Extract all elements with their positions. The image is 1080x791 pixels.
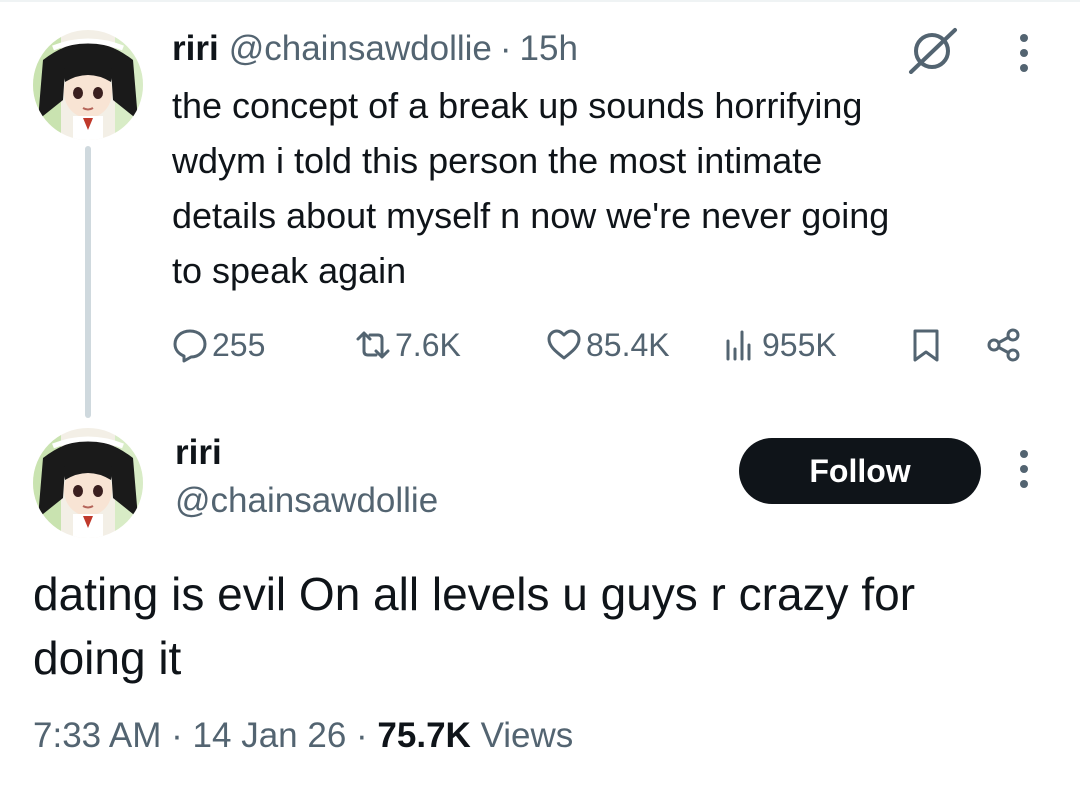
views-count: 75.7K [377,716,471,755]
more-vertical-icon[interactable] [1016,448,1032,492]
post-text: dating is evil On all levels u guys r cr… [33,568,916,684]
post-date[interactable]: 14 Jan 26 [193,716,347,755]
views-button[interactable]: 955K [722,322,837,368]
like-button[interactable]: 85.4K [546,322,670,368]
user-handle[interactable]: @chainsawdollie [229,29,492,69]
bookmark-icon [913,329,939,362]
reply-button[interactable]: 255 [172,322,265,368]
avatar[interactable] [33,428,143,538]
reply-count: 255 [212,326,266,363]
views-count: 955K [762,326,837,363]
post-timestamp[interactable]: 7:33 AM [33,716,161,755]
follow-button[interactable]: Follow [739,438,981,504]
post-actions: 255 7.6K 85.4K 955K [0,322,1080,368]
bookmark-button[interactable] [908,322,944,368]
thread-connector-line [85,146,91,418]
share-button[interactable] [986,322,1022,368]
separator-dot: · [356,716,368,755]
heart-icon [547,329,581,360]
share-icon [987,328,1020,362]
views-label: Views [480,716,574,755]
avatar[interactable] [33,30,143,140]
display-name[interactable]: riri [172,29,219,69]
post-text: the concept of a break up sounds horrify… [172,85,890,291]
post-meta: 7:33 AM · 14 Jan 26 · 75.7K Views [33,712,573,760]
post-time[interactable]: 15h [520,29,578,69]
separator-dot: · [499,29,512,68]
display-name[interactable]: riri [175,430,222,476]
repost-count: 7.6K [395,326,461,363]
avatar-image [33,428,143,538]
reply-icon [173,329,207,363]
more-vertical-icon[interactable] [1016,32,1032,76]
grok-icon[interactable] [905,26,959,74]
repost-button[interactable]: 7.6K [355,322,461,368]
avatar-image [33,30,143,140]
user-handle[interactable]: @chainsawdollie [175,478,438,524]
separator-dot: · [171,716,183,755]
like-count: 85.4K [586,326,670,363]
views-bar-icon [726,330,751,361]
repost-icon [356,331,390,359]
top-divider [0,0,1080,2]
post-header: riri @chainsawdollie · 15h [172,26,578,72]
